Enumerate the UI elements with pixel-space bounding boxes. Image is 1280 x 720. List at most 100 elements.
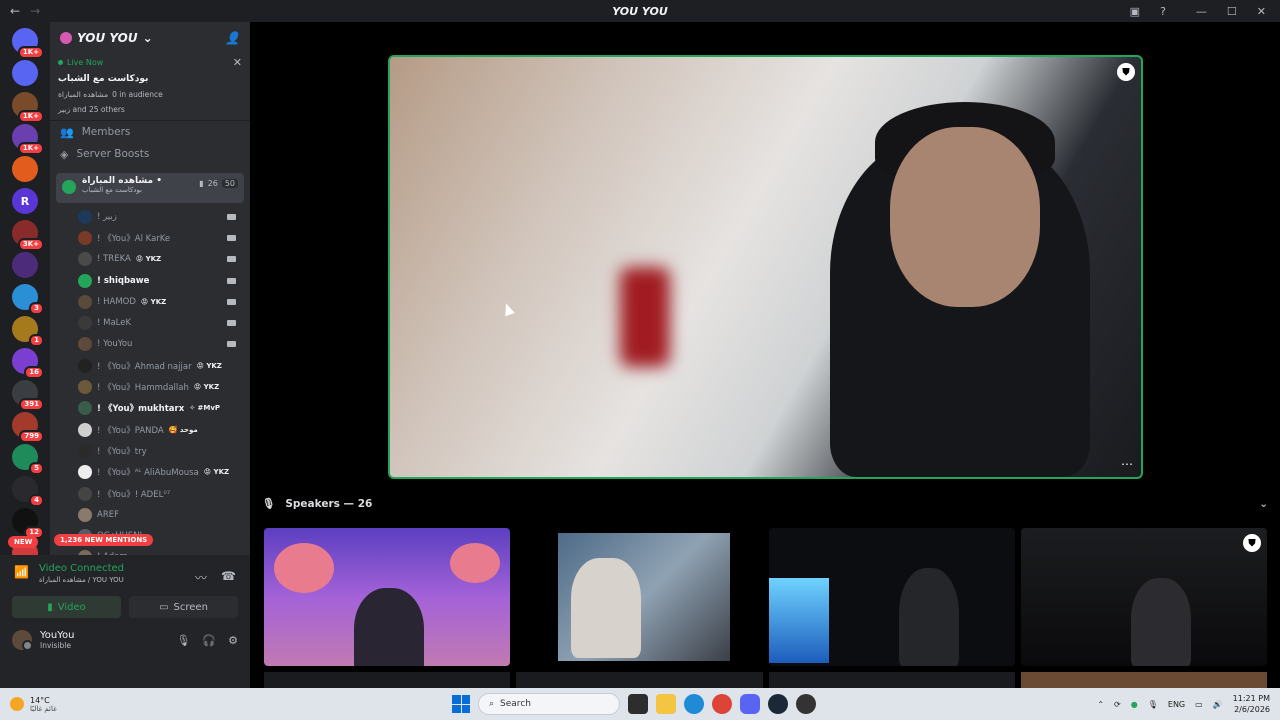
volume-icon[interactable]: 🔊: [1213, 700, 1223, 709]
speaker-tile[interactable]: [768, 672, 1015, 688]
voice-user[interactable]: ! زبير: [50, 206, 250, 227]
server-header[interactable]: YOU YOU ⌄ 👤: [50, 22, 250, 54]
tray-app-icon[interactable]: ●: [1131, 700, 1138, 709]
server-icon[interactable]: 3: [12, 284, 44, 315]
voice-user[interactable]: ! HAMOD 😡 YKZ: [50, 291, 250, 312]
screen-share-button[interactable]: ▭ Screen: [129, 596, 238, 618]
live-stage-card[interactable]: Live Now ✕ بودكاست مع الشباب مشاهده المب…: [50, 54, 250, 121]
server-icon[interactable]: 1K+: [12, 28, 44, 59]
inbox-icon[interactable]: ▣: [1130, 5, 1140, 18]
speaker-tile[interactable]: [516, 672, 763, 688]
server-icon[interactable]: 1: [12, 316, 44, 347]
voice-user[interactable]: ! 《You》mukhtarx ✧ #MvP: [50, 398, 250, 419]
sidebar-item-server-boosts[interactable]: ◈ Server Boosts: [50, 143, 250, 165]
speakers-label: Speakers — 26: [285, 497, 373, 510]
voice-user[interactable]: ! MaLeK: [50, 312, 250, 333]
chevron-down-icon[interactable]: ⌄: [1259, 498, 1268, 510]
voice-user[interactable]: ! shiqbawe: [50, 270, 250, 291]
start-button[interactable]: [452, 695, 470, 713]
server-icon[interactable]: 1K+: [12, 124, 44, 155]
voice-user-name: ! YouYou: [97, 339, 133, 350]
server-icon[interactable]: 799: [12, 412, 44, 443]
voice-user[interactable]: ! 《You》PANDA 🥰 موحد: [50, 419, 250, 440]
server-icon[interactable]: 5: [12, 444, 44, 475]
voice-status[interactable]: Video Connected: [39, 563, 124, 574]
server-icon[interactable]: 3K+: [12, 220, 44, 251]
voice-location[interactable]: مشاهده المباراة / YOU YOU: [39, 576, 124, 584]
boost-icon: ◈: [60, 147, 69, 161]
clock[interactable]: 11:21 PM 2/6/2026: [1233, 693, 1270, 715]
voice-user[interactable]: ! 《You》try: [50, 440, 250, 461]
chevron-up-icon[interactable]: ⌃: [1097, 700, 1104, 709]
speaker-tile[interactable]: [1020, 672, 1267, 688]
maximize-button[interactable]: ☐: [1227, 5, 1237, 18]
discord-icon[interactable]: [740, 694, 760, 714]
forward-arrow-icon[interactable]: →: [30, 4, 40, 18]
voice-user[interactable]: ! 《You》Hammdallah 😡 YKZ: [50, 376, 250, 397]
server-icon[interactable]: [12, 156, 38, 182]
mention-badge: 1: [29, 334, 44, 347]
task-view-icon[interactable]: [628, 694, 648, 714]
voice-user[interactable]: ! 《You》! ADEL⁰⁷: [50, 483, 250, 504]
server-icon[interactable]: [12, 60, 38, 86]
chrome-icon[interactable]: [712, 694, 732, 714]
speaker-tile[interactable]: [264, 528, 511, 666]
noise-suppression-icon[interactable]: 〰: [195, 569, 207, 586]
user-tag: 😡 YKZ: [193, 383, 220, 392]
network-icon[interactable]: ▭: [1195, 700, 1203, 709]
voice-user[interactable]: AREF: [50, 504, 250, 525]
gear-icon[interactable]: ⚙: [228, 634, 238, 647]
speaker-tile[interactable]: ⛊: [1020, 528, 1267, 666]
sidebar-item-members[interactable]: 👥 Members: [50, 121, 250, 143]
more-options-icon[interactable]: ⋯: [1121, 457, 1133, 471]
new-mentions-pill[interactable]: 1,236 NEW MENTIONS: [54, 534, 154, 546]
file-explorer-icon[interactable]: [656, 694, 676, 714]
app-icon[interactable]: [796, 694, 816, 714]
voice-user[interactable]: ! 《You》Al KarKe: [50, 227, 250, 248]
avatar: [78, 401, 92, 416]
server-icon[interactable]: 1K+: [12, 92, 44, 123]
taskbar-search[interactable]: ⌕ Search: [478, 693, 620, 715]
back-arrow-icon[interactable]: ←: [10, 4, 20, 18]
invite-icon[interactable]: 👤: [225, 31, 240, 45]
language-indicator[interactable]: ENG: [1168, 700, 1185, 709]
voice-user[interactable]: ! YouYou: [50, 334, 250, 355]
edge-icon[interactable]: [684, 694, 704, 714]
help-icon[interactable]: ?: [1160, 5, 1166, 18]
video-count: 26: [207, 179, 218, 188]
close-window-button[interactable]: ✕: [1257, 5, 1266, 18]
pin-icon[interactable]: ⛊: [1243, 534, 1261, 552]
steam-icon[interactable]: [768, 694, 788, 714]
server-icon[interactable]: 391: [12, 380, 44, 411]
voice-user[interactable]: ! 《You》ᴬᴸ AliAbuMousa 😡 YKZ: [50, 462, 250, 483]
avatar[interactable]: [12, 630, 33, 651]
weather-widget[interactable]: 14°C غائم غالبًا: [0, 696, 200, 713]
user-tag: ✧ #MvP: [189, 404, 221, 413]
voice-user[interactable]: ! TREKA 😡 YKZ: [50, 249, 250, 270]
server-icon[interactable]: 16: [12, 348, 44, 379]
close-icon[interactable]: ✕: [233, 56, 242, 69]
focused-video-tile[interactable]: ⛊ ⋯: [388, 55, 1143, 479]
voice-user[interactable]: ! 《You》Ahmad najjar 😡 YKZ: [50, 355, 250, 376]
speaker-tile[interactable]: [768, 528, 1015, 666]
microphone-icon[interactable]: 🎙: [1148, 700, 1158, 709]
avatar: [78, 273, 92, 288]
sync-icon[interactable]: ⟳: [1114, 700, 1121, 709]
voice-channel[interactable]: مشاهده المباراة • بودكاست مع الشباب ▮ 26…: [56, 173, 244, 203]
username[interactable]: YouYou: [40, 630, 74, 641]
new-badge[interactable]: NEW: [8, 536, 39, 548]
minimize-button[interactable]: —: [1196, 5, 1207, 18]
speaker-tile[interactable]: [516, 528, 763, 666]
server-icon[interactable]: R: [12, 188, 38, 214]
speakers-header[interactable]: 🎙 Speakers — 26 ⌄: [262, 497, 1268, 511]
microphone-icon[interactable]: 🎙: [176, 634, 190, 647]
camera-icon: [227, 320, 236, 327]
pin-icon[interactable]: ⛊: [1117, 63, 1135, 81]
speaker-tile[interactable]: [264, 672, 511, 688]
video-button[interactable]: ▮ Video: [12, 596, 121, 618]
disconnect-icon[interactable]: ☎: [221, 569, 236, 586]
server-icon[interactable]: [12, 252, 38, 278]
server-icon[interactable]: 4: [12, 476, 44, 507]
headphones-icon[interactable]: 🎧: [202, 634, 216, 647]
server-icon[interactable]: 12: [12, 508, 44, 539]
